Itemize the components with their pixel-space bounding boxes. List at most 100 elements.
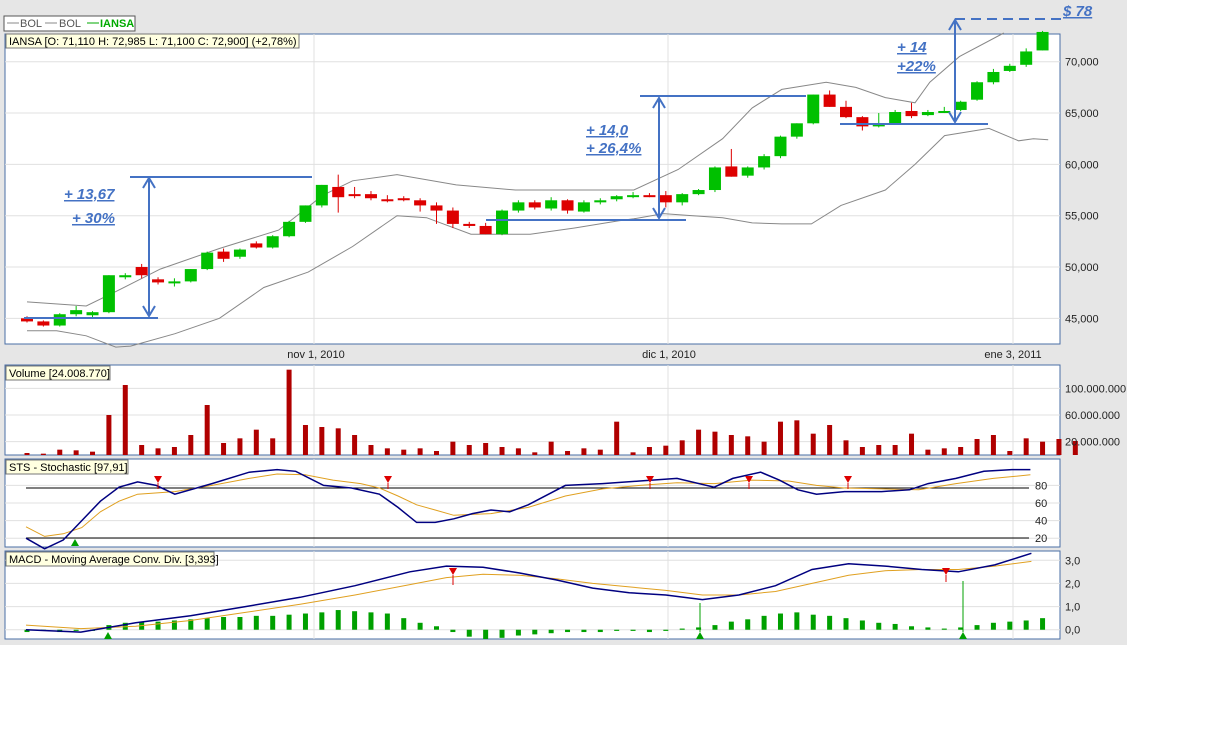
candle-body (184, 269, 197, 282)
candle-body (430, 205, 443, 211)
volume-bar (302, 425, 308, 455)
macd-histogram-bar (302, 613, 308, 630)
candle-body (692, 190, 705, 195)
macd-histogram-bar (155, 621, 161, 630)
macd-histogram-bar (990, 622, 996, 630)
volume-bar (417, 448, 423, 455)
chart-window: BOL BOL IANSA IANSA [O: 71,110 H: 72,985… (0, 0, 1127, 645)
candle-body (840, 106, 852, 118)
candle-body (37, 321, 50, 326)
macd-histogram-bar (532, 629, 538, 635)
macd-histogram-bar (925, 627, 931, 630)
macd-histogram-bar (761, 615, 767, 630)
candle-body (561, 200, 574, 211)
macd-histogram-bar (319, 612, 325, 630)
macd-histogram-bar (466, 629, 472, 637)
candle-body (577, 202, 590, 212)
volume-bar (434, 451, 439, 455)
stochastic-y-tick: 20 (1035, 533, 1047, 545)
macd-histogram-bar (368, 612, 374, 630)
candle-body (266, 236, 279, 248)
volume-bar (122, 385, 128, 455)
candle-body (86, 312, 99, 316)
volume-bar (286, 369, 292, 455)
candle-body (233, 249, 246, 257)
volume-bar (827, 425, 833, 455)
candle-body (807, 94, 820, 124)
macd-y-tick: 0,0 (1065, 625, 1080, 637)
candle-body (643, 195, 656, 198)
macd-histogram-bar (827, 615, 833, 630)
price-plot-area (4, 33, 1061, 345)
candle-body (545, 200, 558, 209)
volume-bar (352, 435, 358, 455)
candle-body (299, 205, 312, 222)
candle-body (659, 195, 672, 203)
volume-bar (401, 449, 407, 455)
macd-histogram-bar (777, 613, 783, 630)
macd-histogram-bar (859, 620, 865, 630)
candle-body (446, 210, 459, 224)
price-y-tick: 50,000 (1065, 262, 1099, 274)
candle-body (971, 82, 984, 100)
volume-bar (499, 447, 505, 455)
macd-y-tick: 1,0 (1065, 602, 1080, 614)
candlestick (266, 235, 279, 249)
candle-body (905, 110, 918, 117)
macd-title: MACD - Moving Average Conv. Div. [3,393] (9, 554, 219, 566)
volume-bar (1007, 451, 1013, 455)
candlestick (774, 135, 787, 159)
candle-body (152, 279, 165, 283)
candle-body (741, 167, 754, 176)
macd-histogram-bar (1007, 621, 1013, 630)
volume-bar (728, 435, 734, 455)
candlestick (201, 251, 214, 271)
volume-bar (990, 435, 996, 455)
volume-bar (597, 449, 603, 455)
candlestick (299, 205, 312, 223)
volume-bar (24, 453, 30, 455)
volume-bar (614, 421, 620, 455)
stochastic-y-tick: 60 (1035, 498, 1047, 510)
candlestick (1036, 30, 1049, 51)
price-y-tick: 65,000 (1065, 108, 1099, 120)
candle-body (135, 267, 148, 276)
candle-body (463, 223, 476, 226)
annotation-gain-pct-2: + 26,4% (586, 140, 641, 157)
macd-histogram-bar (1040, 618, 1046, 630)
candle-body (1036, 31, 1049, 51)
volume-bar (696, 429, 702, 455)
volume-bar (810, 433, 816, 455)
volume-bar (679, 440, 685, 455)
date-tick-label: dic 1, 2010 (642, 349, 696, 361)
volume-y-tick: 100.000.000 (1065, 383, 1126, 395)
macd-histogram-bar (221, 617, 227, 630)
candlestick (758, 154, 771, 170)
macd-histogram-bar (663, 629, 669, 631)
candlestick (807, 94, 820, 125)
candle-body (201, 252, 214, 270)
candle-body (1003, 65, 1016, 71)
macd-histogram-bar (204, 618, 210, 630)
volume-bar (483, 443, 489, 455)
candlestick (315, 184, 328, 208)
candlestick (184, 269, 197, 283)
volume-bar (712, 431, 718, 455)
candlestick (971, 81, 984, 101)
candle-body (479, 225, 492, 235)
volume-bar (548, 441, 554, 455)
macd-histogram-bar (237, 617, 243, 630)
volume-bar (581, 448, 587, 455)
macd-histogram-bar (679, 628, 685, 630)
candle-body (823, 94, 836, 107)
candlestick (496, 209, 509, 236)
candle-body (774, 136, 787, 157)
volume-bar (1040, 441, 1046, 455)
candle-body (758, 156, 771, 168)
volume-bar (663, 445, 669, 455)
macd-histogram-bar (483, 629, 489, 639)
annotation-gain-points-2: + 14,0 (586, 122, 629, 139)
candle-body (921, 112, 934, 116)
price-y-tick: 60,000 (1065, 159, 1099, 171)
volume-bar (1056, 439, 1062, 455)
